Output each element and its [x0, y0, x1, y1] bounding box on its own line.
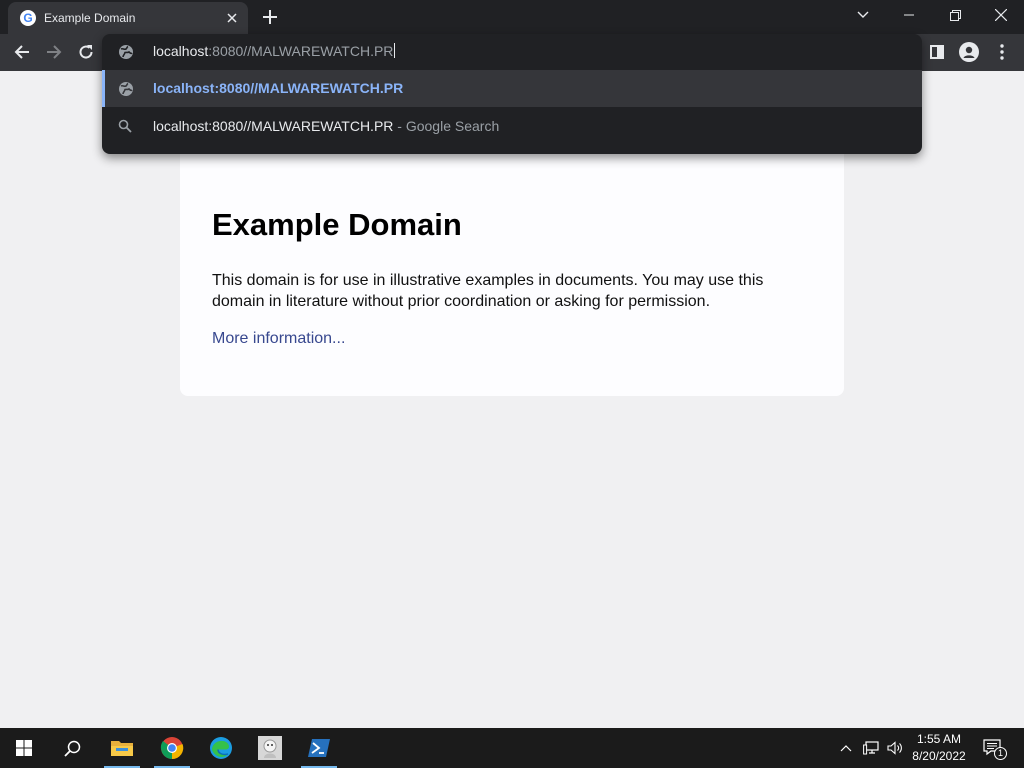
- file-explorer-icon: [111, 741, 133, 756]
- clock-time: 1:55 AM: [916, 732, 962, 746]
- address-bar[interactable]: localhost:8080//MALWAREWATCH.PR: [102, 34, 922, 70]
- tab-title: Example Domain: [44, 11, 136, 25]
- globe-icon: [119, 82, 133, 96]
- suggestion-search-desc: - Google Search: [393, 118, 500, 134]
- back-button[interactable]: [8, 38, 36, 66]
- clock-date: 8/20/2022: [912, 749, 966, 763]
- reload-icon: [79, 45, 93, 59]
- restore-button[interactable]: [932, 0, 978, 30]
- notification-badge: 1: [994, 747, 1007, 760]
- profile-button[interactable]: [955, 38, 983, 66]
- text-caret: [394, 43, 396, 58]
- chrome-button[interactable]: [148, 728, 196, 768]
- start-button[interactable]: [0, 728, 48, 768]
- tab-strip: G Example Domain: [0, 0, 1024, 34]
- taskbar-search-button[interactable]: [48, 728, 96, 768]
- page-heading: Example Domain: [212, 207, 462, 242]
- notification-center-button[interactable]: 1: [980, 728, 1007, 768]
- plus-icon: [263, 10, 277, 24]
- forward-button[interactable]: [40, 38, 68, 66]
- edge-icon: [210, 737, 232, 759]
- omnibox-dropdown: localhost:8080//MALWAREWATCH.PR localhos…: [102, 34, 922, 154]
- content-card: Example Domain This domain is for use in…: [180, 121, 844, 396]
- suggestion-search-label: localhost:8080//MALWAREWATCH.PR: [153, 118, 394, 134]
- tab-search-button[interactable]: [840, 0, 886, 30]
- suggestion-url[interactable]: localhost:8080//MALWAREWATCH.PR: [102, 70, 922, 107]
- start-icon: [16, 740, 32, 756]
- close-window-button[interactable]: [978, 0, 1024, 30]
- network-button[interactable]: [860, 728, 882, 768]
- tab-close-icon[interactable]: [222, 8, 242, 28]
- close-icon: [995, 9, 1007, 21]
- google-g-icon: G: [20, 10, 36, 26]
- app-button[interactable]: [246, 728, 294, 768]
- minimize-button[interactable]: [886, 0, 932, 30]
- powershell-icon: [308, 739, 330, 757]
- restore-icon: [949, 9, 961, 21]
- page-paragraph: This domain is for use in illustrative e…: [212, 272, 764, 310]
- page-viewport: Example Domain This domain is for use in…: [0, 71, 1024, 728]
- suggestion-search[interactable]: localhost:8080//MALWAREWATCH.PR - Google…: [102, 108, 922, 145]
- chevron-down-icon: [857, 11, 869, 18]
- edge-button[interactable]: [197, 728, 245, 768]
- app-icon: [258, 736, 282, 760]
- reload-button[interactable]: [72, 38, 100, 66]
- search-icon: [118, 119, 132, 133]
- powershell-button[interactable]: [295, 728, 343, 768]
- side-panel-icon: [930, 45, 944, 59]
- side-panel-button[interactable]: [923, 38, 951, 66]
- chevron-up-icon: [840, 744, 852, 751]
- globe-icon: [119, 45, 133, 59]
- address-host: localhost: [153, 43, 209, 59]
- address-path: :8080//MALWAREWATCH.PR: [208, 43, 394, 59]
- menu-icon: [1000, 44, 1004, 60]
- menu-button[interactable]: [988, 38, 1016, 66]
- windows-taskbar: 1:55 AM 8/20/2022 1: [0, 728, 1024, 768]
- network-icon: [863, 741, 879, 755]
- profile-icon: [959, 42, 979, 62]
- forward-icon: [47, 45, 62, 59]
- suggestion-url-label: localhost:8080//MALWAREWATCH.PR: [153, 80, 404, 96]
- more-information-link[interactable]: More information...: [212, 330, 345, 348]
- browser-tab[interactable]: G Example Domain: [8, 2, 248, 34]
- show-hidden-icons-button[interactable]: [836, 728, 856, 768]
- back-icon: [14, 45, 29, 59]
- chrome-icon: [160, 737, 184, 760]
- new-tab-button[interactable]: [258, 5, 282, 29]
- search-icon: [63, 740, 80, 757]
- file-explorer-button[interactable]: [98, 728, 146, 768]
- system-clock[interactable]: 1:55 AM 8/20/2022: [900, 731, 978, 765]
- minimize-icon: [904, 14, 914, 16]
